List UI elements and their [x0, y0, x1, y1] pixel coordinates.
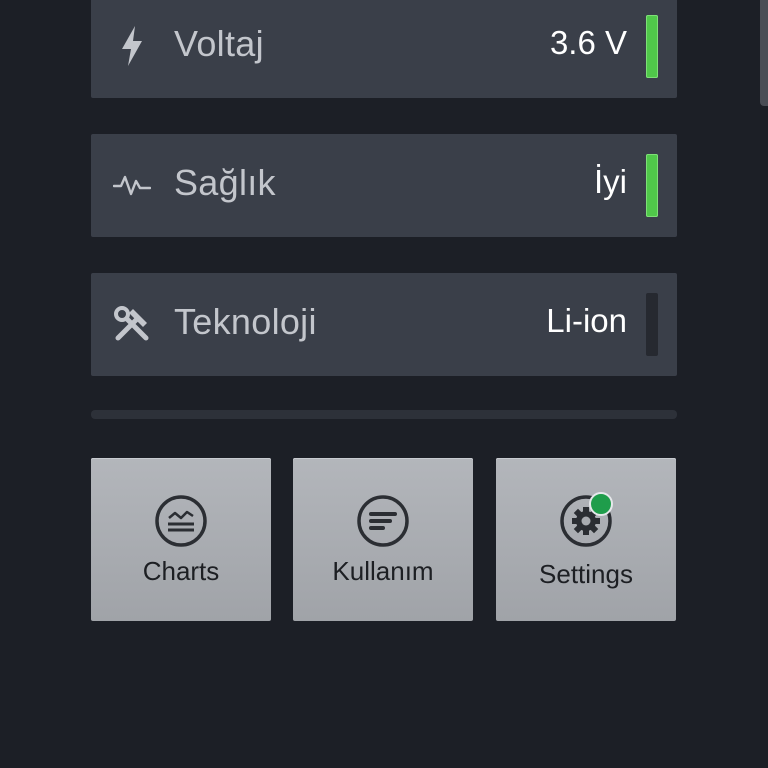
technology-value: Li-ion: [546, 302, 627, 339]
voltage-label: Voltaj: [174, 23, 264, 64]
technology-status-indicator: [646, 293, 658, 356]
pulse-icon: [113, 166, 151, 204]
technology-row: Teknoloji Li-ion: [91, 273, 677, 376]
voltage-row: Voltaj 3.6 V: [91, 0, 677, 98]
lightning-icon: [113, 26, 151, 66]
health-label: Sağlık: [174, 162, 276, 203]
divider: [91, 410, 677, 419]
usage-button[interactable]: Kullanım: [293, 458, 473, 621]
notification-dot: [589, 492, 613, 516]
scrollbar[interactable]: [760, 0, 768, 106]
tools-icon: [113, 305, 151, 343]
chart-icon: [155, 495, 207, 547]
list-icon: [357, 495, 409, 547]
voltage-value: 3.6 V: [549, 24, 627, 61]
health-status-indicator: [646, 154, 658, 217]
health-row: Sağlık İyi: [91, 134, 677, 237]
health-value: İyi: [594, 163, 627, 200]
technology-label: Teknoloji: [174, 301, 317, 342]
settings-label: Settings: [539, 559, 633, 589]
usage-label: Kullanım: [332, 556, 434, 586]
charts-button[interactable]: Charts: [91, 458, 271, 621]
settings-button[interactable]: Settings: [496, 458, 676, 621]
voltage-status-indicator: [646, 15, 658, 78]
charts-label: Charts: [142, 556, 220, 586]
